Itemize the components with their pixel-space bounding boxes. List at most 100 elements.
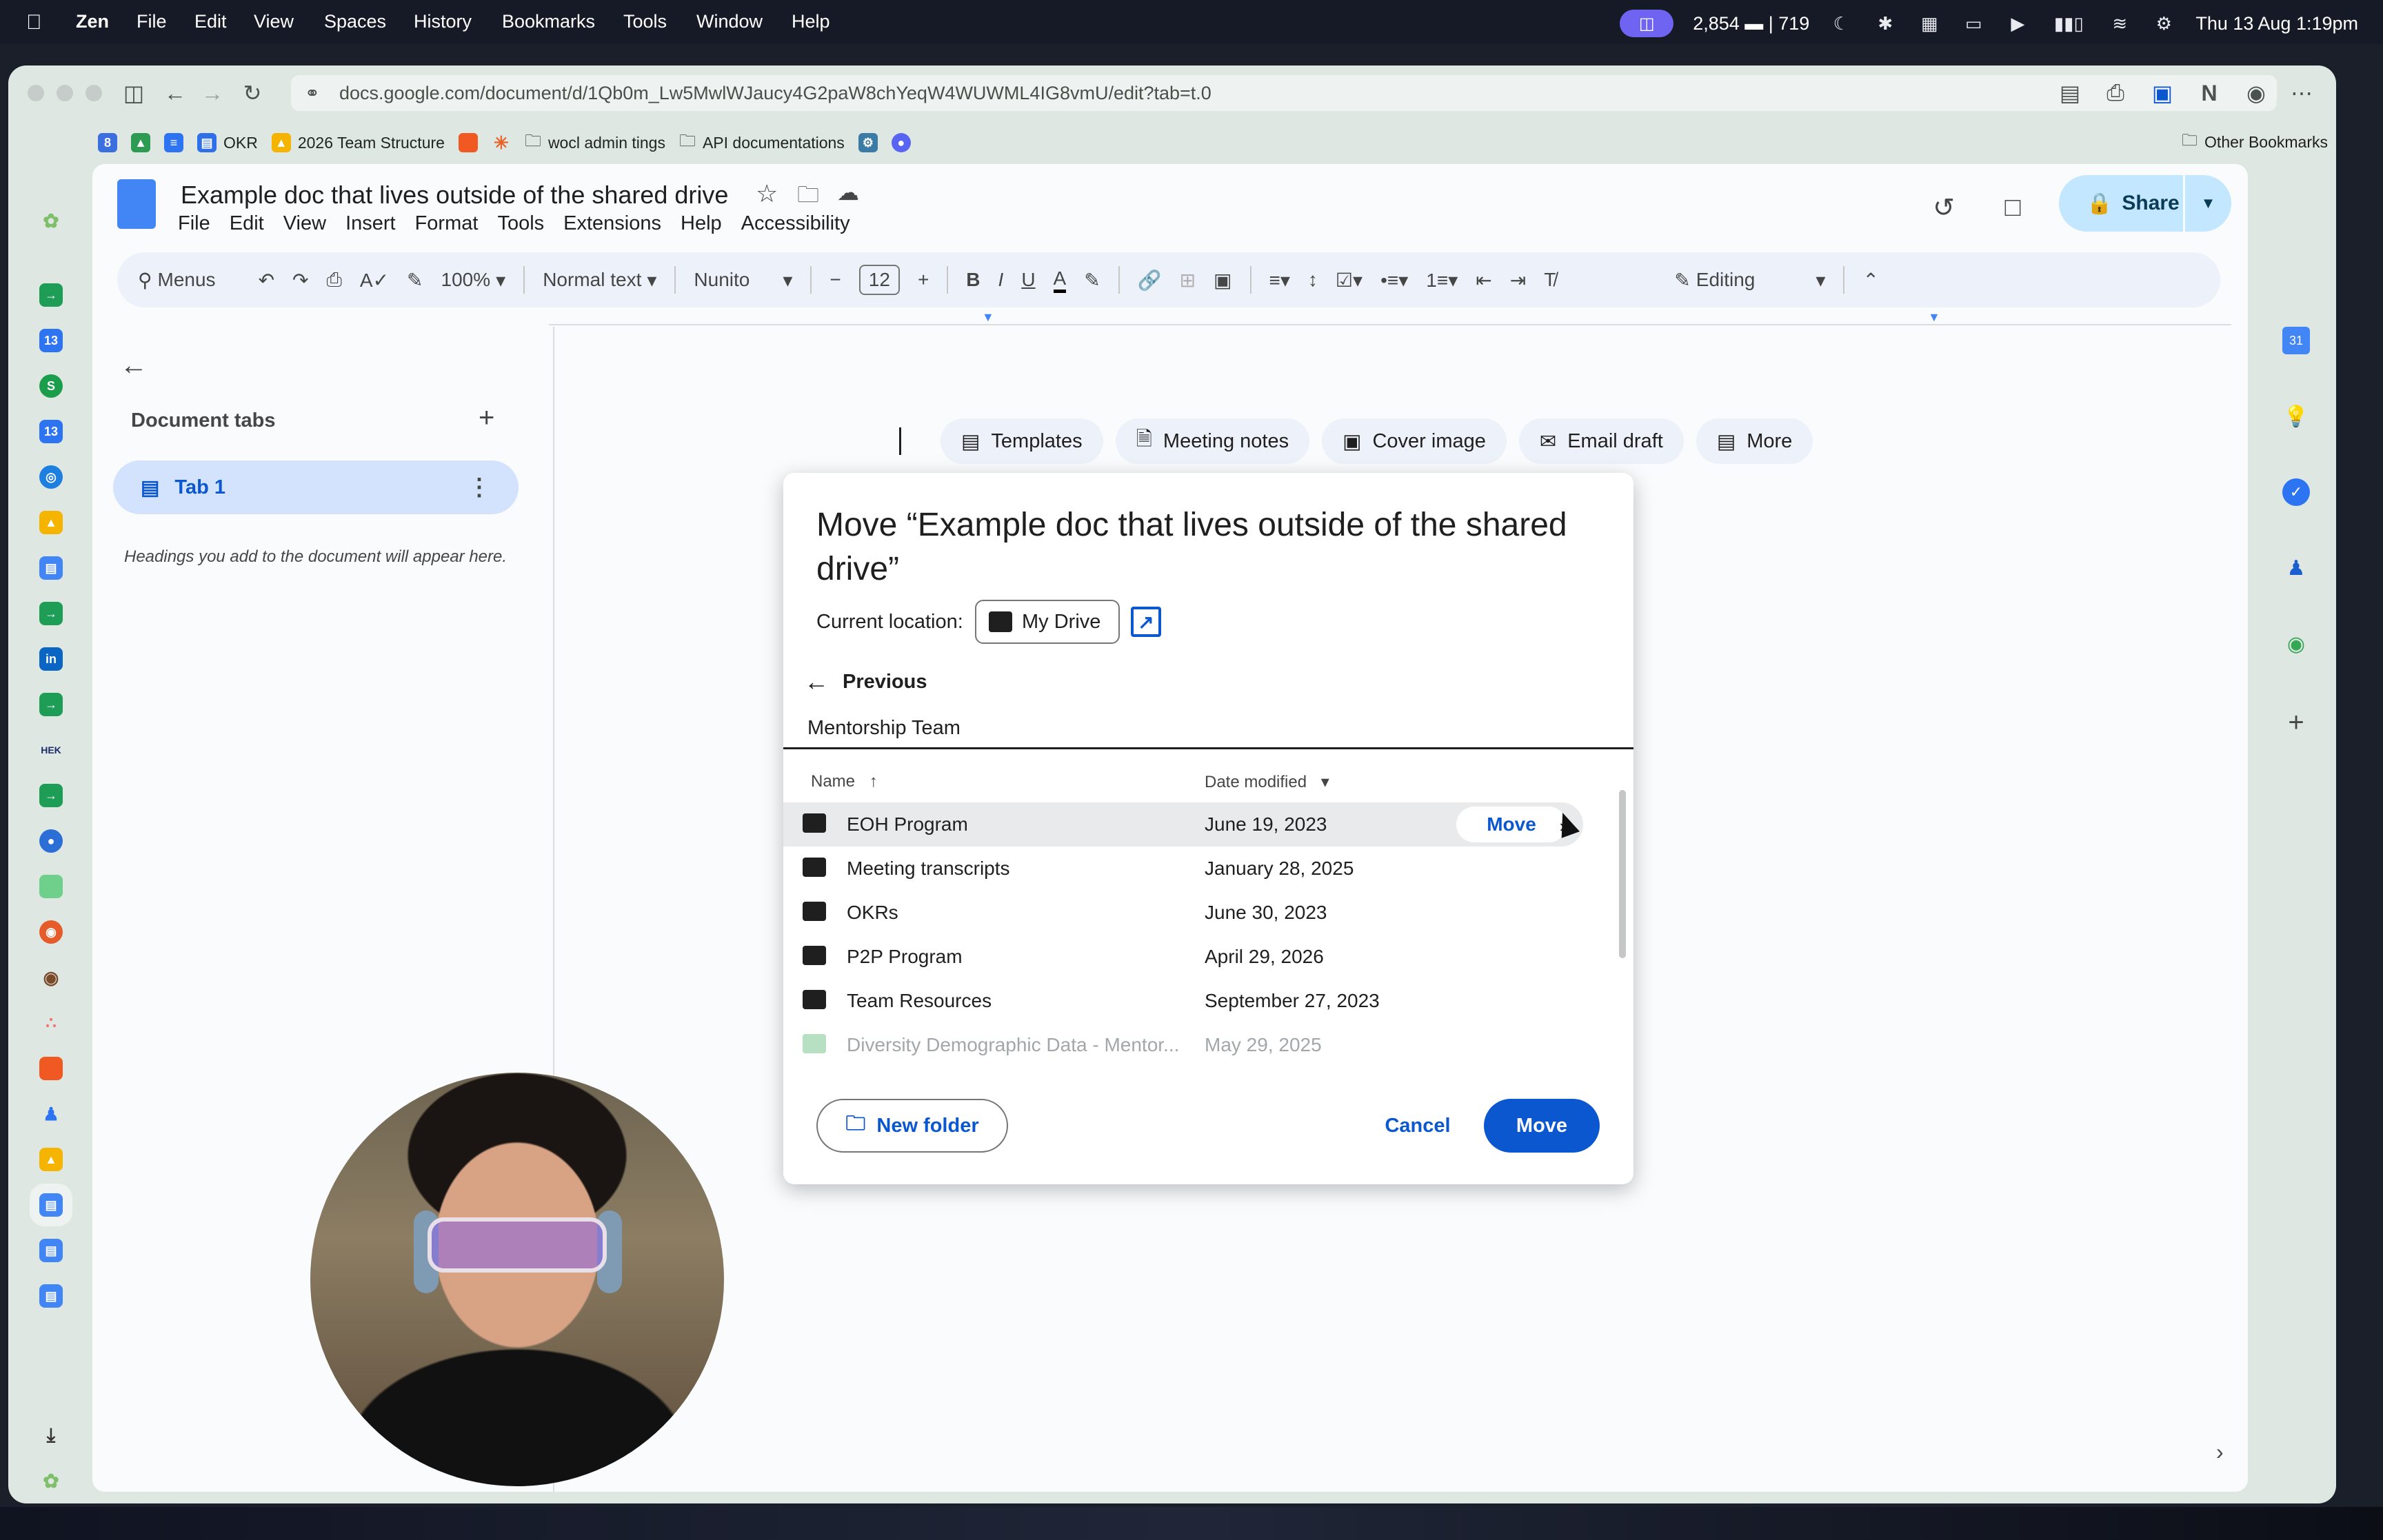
play-icon[interactable]: ▶ — [2005, 13, 2030, 34]
cover-image-chip[interactable]: ▣ Cover image — [1322, 418, 1507, 464]
current-location-chip[interactable]: My Drive — [975, 600, 1120, 644]
maps-icon[interactable]: ◉ — [2282, 630, 2310, 658]
new-folder-button[interactable]: 🗀 New folder — [816, 1099, 1008, 1153]
bookmark-sun-icon[interactable]: ✳ — [492, 132, 511, 153]
download-icon[interactable]: ⤓ — [39, 1424, 63, 1447]
align-icon[interactable]: ≡▾ — [1269, 269, 1290, 292]
rail-orange-icon[interactable] — [39, 1057, 63, 1080]
highlight-icon[interactable]: ✎ — [1084, 269, 1100, 292]
sidebar-toggle-icon[interactable]: ◫ — [120, 79, 148, 107]
menu-datetime[interactable]: Thu 13 Aug 1:19pm — [2195, 13, 2358, 34]
notion-icon[interactable]: N — [2195, 79, 2223, 107]
rail-people-icon[interactable]: ♟ — [39, 1102, 63, 1126]
table-row[interactable]: Team Resources September 27, 2023 — [783, 979, 1583, 1023]
screen-recording-icon[interactable]: ◫ — [1620, 10, 1674, 37]
grid-app-icon[interactable]: ▦ — [1917, 13, 1942, 34]
password-manager-icon[interactable]: ◉ — [2242, 79, 2270, 107]
rail-s-icon[interactable]: S — [39, 374, 63, 398]
menu-edit[interactable]: Edit — [194, 11, 227, 32]
bookmark-gear-icon[interactable]: ⚙ — [858, 133, 878, 152]
date-column-header[interactable]: Date modified ▾ — [1205, 772, 1329, 792]
search-menus[interactable]: ⚲ Menus — [138, 269, 216, 292]
bookmark-api-docs[interactable]: 🗀 API documentations — [679, 129, 845, 157]
calendar-icon[interactable]: 31 — [2282, 327, 2310, 354]
collapse-toolbar-icon[interactable]: ⌃ — [1862, 269, 1878, 292]
rail-owl-icon[interactable]: ◉ — [39, 966, 63, 989]
bold-icon[interactable]: B — [966, 269, 980, 291]
bookmark-okr[interactable]: ▤ OKR — [197, 133, 258, 152]
menu-bookmarks[interactable]: Bookmarks — [502, 11, 595, 32]
increase-font-size-icon[interactable]: + — [918, 269, 929, 291]
open-in-new-icon[interactable]: ↗ — [1131, 607, 1161, 637]
docs-menu-tools[interactable]: Tools — [497, 212, 544, 235]
display-icon[interactable]: ▭ — [1961, 13, 1986, 34]
table-row[interactable]: P2P Program April 29, 2026 — [783, 935, 1583, 979]
spellcheck-icon[interactable]: A✓ — [360, 269, 389, 292]
rail-duckduckgo-icon[interactable]: ◉ — [39, 920, 63, 944]
add-tab-icon[interactable]: + — [479, 403, 494, 434]
rail-asana-icon[interactable]: ∴ — [39, 1011, 63, 1035]
add-comment-icon[interactable]: ⊞ — [1180, 269, 1196, 292]
print-icon[interactable]: ⎙ — [327, 269, 342, 292]
system-stats[interactable]: 2,854 ▬ | 719 — [1693, 13, 1809, 34]
checklist-icon[interactable]: ☑▾ — [1336, 269, 1363, 292]
menu-history[interactable]: History — [414, 11, 472, 32]
moon-icon[interactable]: ☾ — [1829, 13, 1853, 34]
rail-calendar-icon[interactable]: 13 — [39, 329, 63, 352]
rail-docs-icon[interactable]: ▤ — [39, 556, 63, 580]
menu-view[interactable]: View — [254, 11, 294, 32]
bookmark-layers-icon[interactable]: ≡ — [164, 133, 183, 152]
site-info-icon[interactable]: ⚭ — [305, 83, 320, 104]
table-row[interactable]: Meeting transcripts January 28, 2025 — [783, 847, 1583, 891]
version-history-icon[interactable]: ↺ — [1927, 190, 1961, 225]
menu-tools[interactable]: Tools — [623, 11, 667, 32]
italic-icon[interactable]: I — [998, 269, 1004, 291]
tab-1[interactable]: ▤ Tab 1 ⋮ — [113, 460, 519, 514]
underline-icon[interactable]: U — [1021, 269, 1035, 291]
docs-menu-format[interactable]: Format — [415, 212, 479, 235]
move-button[interactable]: Move — [1484, 1099, 1600, 1153]
print-icon[interactable]: ⎙ — [2102, 79, 2129, 107]
star-icon[interactable]: ☆ — [756, 179, 778, 208]
undo-icon[interactable]: ↶ — [259, 269, 274, 292]
style-select[interactable]: Normal text ▾ — [543, 269, 656, 292]
more-chip[interactable]: ▤ More — [1696, 418, 1813, 464]
paint-format-icon[interactable]: ✎ — [407, 269, 423, 292]
meeting-notes-chip[interactable]: 🗎 Meeting notes — [1115, 418, 1310, 464]
docs-menu-edit[interactable]: Edit — [230, 212, 264, 235]
docs-menu-view[interactable]: View — [283, 212, 326, 235]
rail-hek-icon[interactable]: HEK — [39, 738, 63, 762]
move-icon[interactable]: 🗀 — [797, 179, 819, 216]
bookmark-team-structure[interactable]: ▲ 2026 Team Structure — [271, 133, 445, 152]
keep-icon[interactable]: 💡 — [2282, 403, 2310, 430]
rail-linkedin-icon[interactable]: in — [39, 647, 63, 671]
menu-window[interactable]: Window — [696, 11, 763, 32]
cancel-button[interactable]: Cancel — [1369, 1099, 1466, 1153]
share-button[interactable]: 🔒 Share ▼ — [2059, 175, 2231, 232]
apple-icon[interactable]:  — [26, 11, 42, 34]
menu-file[interactable]: File — [137, 11, 167, 32]
redo-icon[interactable]: ↷ — [292, 269, 308, 292]
previous-button[interactable]: ← Previous — [804, 667, 927, 696]
more-options-icon[interactable]: ⋯ — [2288, 79, 2315, 107]
font-size-input[interactable]: 12 — [858, 265, 900, 295]
bookmark-orange-icon[interactable] — [458, 133, 478, 152]
tasks-icon[interactable]: ✓ — [2282, 478, 2310, 506]
line-spacing-icon[interactable]: ↕ — [1308, 269, 1318, 291]
bookmark-wocl-admin[interactable]: 🗀 wocl admin tings — [525, 129, 665, 157]
table-row[interactable]: OKRs June 30, 2023 — [783, 891, 1583, 935]
back-arrow-icon[interactable]: ← — [120, 350, 148, 381]
increase-indent-icon[interactable]: ⇥ — [1510, 269, 1526, 292]
rail-green-arrow-icon[interactable]: → — [39, 283, 63, 307]
text-color-icon[interactable]: A — [1053, 267, 1067, 293]
minimize-window-button[interactable] — [57, 85, 73, 101]
bookmark-calendar-icon[interactable]: 8 — [98, 133, 117, 152]
decrease-indent-icon[interactable]: ⇤ — [1476, 269, 1491, 292]
docs-menu-help[interactable]: Help — [681, 212, 722, 235]
menu-spaces[interactable]: Spaces — [324, 11, 386, 32]
templates-chip[interactable]: ▤ Templates — [941, 418, 1103, 464]
menu-help[interactable]: Help — [792, 11, 830, 32]
rail-green-arrow-icon-4[interactable]: → — [39, 784, 63, 807]
right-indent-marker-icon[interactable]: ▼ — [1928, 310, 1940, 325]
rail-calendar-icon-2[interactable]: 13 — [39, 420, 63, 443]
